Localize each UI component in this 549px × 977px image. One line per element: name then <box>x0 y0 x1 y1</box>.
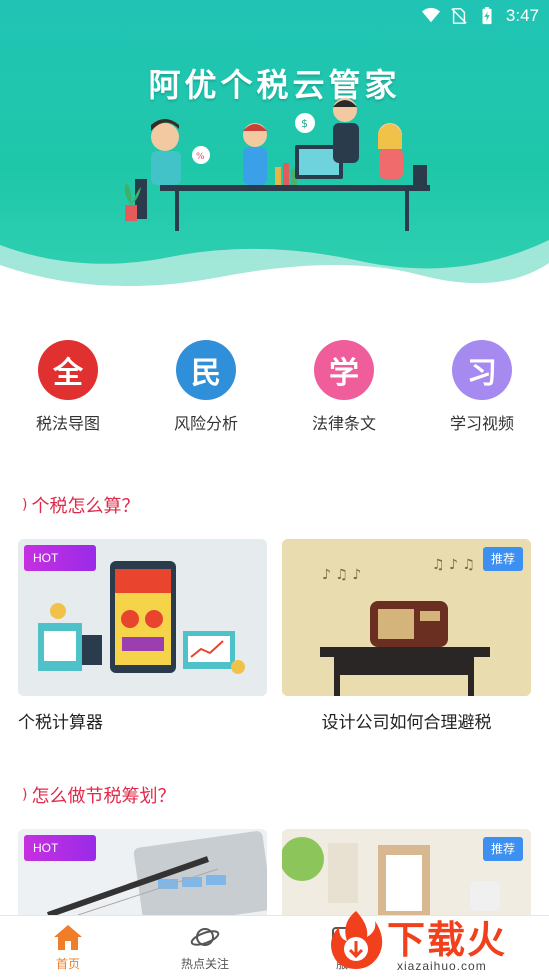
hero-banner: 3:47 阿优个税云管家 $ % <box>0 0 549 310</box>
hot-tag: HOT <box>24 545 96 571</box>
card-image: 推荐 <box>282 829 531 915</box>
status-bar: 3:47 <box>0 0 549 32</box>
section-title-tax-planning: ) 怎么做节税筹划？ <box>22 782 175 808</box>
watermark-url: xiazaihuo.com <box>397 959 487 973</box>
flame-logo-icon <box>331 911 383 969</box>
quick-actions: 全 税法导图 民 风险分析 学 法律条文 习 学习视频 <box>0 340 549 440</box>
status-time: 3:47 <box>505 6 539 25</box>
quick-label: 风险分析 <box>173 414 238 433</box>
quick-label: 税法导图 <box>35 414 100 433</box>
recommend-tag: 推荐 <box>483 837 523 861</box>
quick-label: 学习视频 <box>449 414 514 433</box>
card-image: ♪ ♫ ♪ ♫ ♪ ♫ 推荐 <box>282 539 531 696</box>
svg-text:$: $ <box>301 117 308 130</box>
nav-label: 热点关注 <box>180 957 229 971</box>
svg-text:♫ ♪ ♫: ♫ ♪ ♫ <box>432 557 475 573</box>
card-calculator-photo[interactable]: HOT <box>18 829 267 915</box>
quick-label: 法律条文 <box>311 414 376 433</box>
nav-home[interactable]: 首页 <box>23 922 113 972</box>
signal-icon: ) <box>22 787 28 803</box>
battery-charging-icon <box>482 7 492 25</box>
quick-item-study-videos[interactable]: 习 学习视频 <box>422 340 542 434</box>
card-design-company-tax[interactable]: ♪ ♫ ♪ ♫ ♪ ♫ 推荐 设计公司如何合理避税 <box>282 539 531 733</box>
nav-hot-topics[interactable]: 热点关注 <box>160 922 250 972</box>
study-videos-icon: 习 <box>452 340 512 400</box>
svg-text:♪ ♫ ♪: ♪ ♫ ♪ <box>322 567 361 583</box>
hero-wave <box>0 240 549 310</box>
quick-item-law-articles[interactable]: 学 法律条文 <box>284 340 404 434</box>
card-tax-calculator[interactable]: HOT 个税计算器 <box>18 539 267 733</box>
tax-map-icon: 全 <box>38 340 98 400</box>
signal-icon: ) <box>22 497 28 513</box>
section-title-tax-calc: ) 个税怎么算？ <box>22 492 139 518</box>
card-title: 个税计算器 <box>18 713 103 733</box>
wifi-icon <box>421 7 440 23</box>
planet-icon <box>190 928 220 946</box>
card-desk-photo[interactable]: 推荐 <box>282 829 531 915</box>
law-articles-icon: 学 <box>314 340 374 400</box>
quick-item-risk-analysis[interactable]: 民 风险分析 <box>146 340 266 434</box>
watermark: 下载火 xiazaihuo.com <box>325 905 549 977</box>
card-title: 设计公司如何合理避税 <box>321 713 492 733</box>
hot-tag: HOT <box>24 835 96 861</box>
risk-analysis-icon: 民 <box>176 340 236 400</box>
home-icon <box>54 925 82 950</box>
section-title-text: 个税怎么算？ <box>31 496 140 517</box>
quick-item-tax-map[interactable]: 全 税法导图 <box>8 340 128 434</box>
card-image: HOT <box>18 539 267 696</box>
watermark-text: 下载火 <box>387 918 508 962</box>
recommend-tag: 推荐 <box>483 547 523 571</box>
card-image: HOT <box>18 829 267 915</box>
svg-text:%: % <box>196 152 205 162</box>
section-title-text: 怎么做节税筹划？ <box>31 786 176 807</box>
nav-label: 首页 <box>55 957 80 971</box>
no-sim-icon <box>451 8 467 24</box>
